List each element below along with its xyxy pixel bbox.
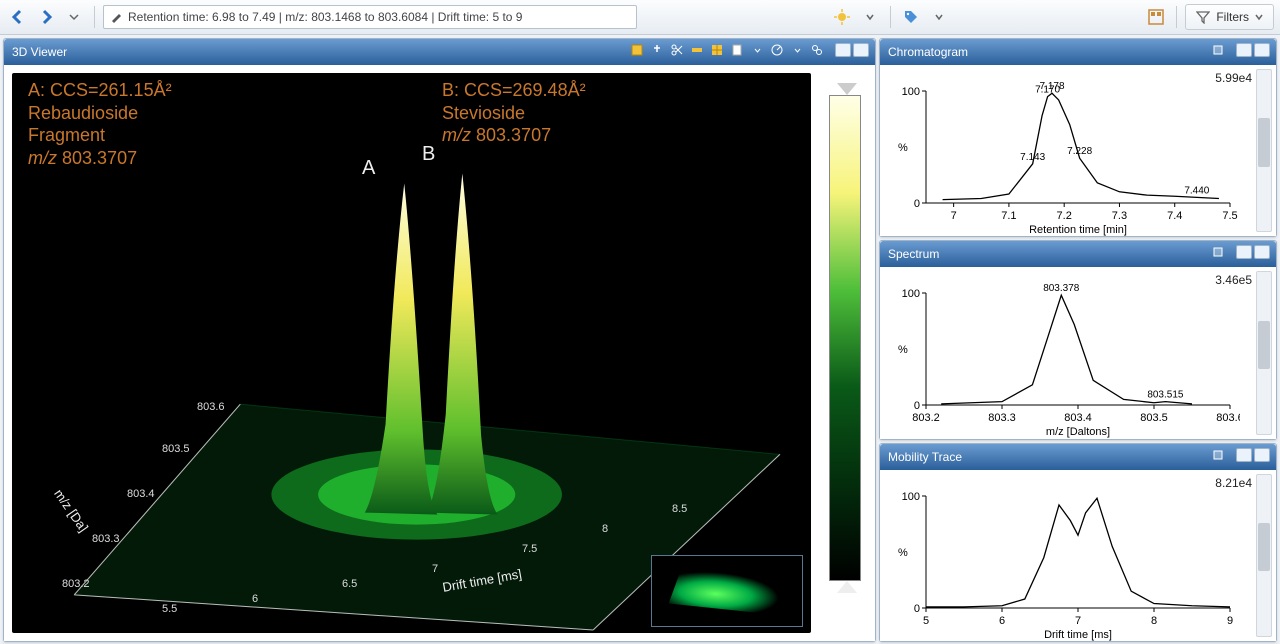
grid-icon[interactable] [709, 42, 725, 58]
annotation-b: B: CCS=269.48Å² Stevioside m/z 803.3707 [442, 79, 586, 147]
mobility-header[interactable]: Mobility Trace [880, 444, 1276, 470]
svg-text:7.1: 7.1 [1001, 210, 1016, 222]
mobility-window-controls[interactable] [1236, 448, 1270, 462]
svg-text:0: 0 [914, 400, 920, 412]
svg-text:%: % [898, 547, 908, 559]
colorbar[interactable] [829, 95, 861, 581]
filter-expression-field[interactable]: Retention time: 6.98 to 7.49 | m/z: 803.… [103, 5, 637, 29]
svg-text:Drift time [ms]: Drift time [ms] [1044, 629, 1112, 641]
spectrum-scrollbar[interactable] [1256, 271, 1272, 434]
export-icon[interactable] [1210, 42, 1226, 58]
filters-button[interactable]: Filters [1185, 4, 1274, 30]
svg-text:%: % [898, 142, 908, 154]
link-icon[interactable] [809, 42, 825, 58]
toolbar-separator [94, 6, 95, 28]
viewer-header-tools [629, 42, 869, 58]
peak-label-a: A [362, 157, 375, 180]
chromatogram-scrollbar[interactable] [1256, 69, 1272, 232]
mobility-panel: Mobility Trace 8.21e4 0100%56789Drift ti… [879, 443, 1277, 642]
mobility-scrollbar[interactable] [1256, 474, 1272, 637]
viewer-title: 3D Viewer [12, 45, 67, 59]
svg-text:9: 9 [1227, 615, 1233, 627]
pin-icon[interactable] [649, 42, 665, 58]
peak-label-b: B [422, 143, 435, 166]
svg-text:803.515: 803.515 [1147, 390, 1184, 401]
chromatogram-header[interactable]: Chromatogram [880, 39, 1276, 65]
svg-text:5: 5 [923, 615, 929, 627]
nav-back-button[interactable] [6, 5, 30, 29]
svg-text:100: 100 [902, 491, 920, 503]
export-icon[interactable] [1210, 447, 1226, 463]
svg-text:6: 6 [999, 615, 1005, 627]
svg-text:7: 7 [951, 210, 957, 222]
viewer-panel: 3D Viewer [3, 38, 876, 642]
svg-text:803.2: 803.2 [912, 412, 940, 424]
main-toolbar: Retention time: 6.98 to 7.49 | m/z: 803.… [0, 0, 1280, 35]
nav-forward-button[interactable] [34, 5, 58, 29]
svg-text:Retention time [min]: Retention time [min] [1029, 224, 1127, 236]
svg-text:7.4: 7.4 [1167, 210, 1182, 222]
svg-text:7.3: 7.3 [1112, 210, 1127, 222]
viewer-body[interactable]: A B Drift time [ms] 5.5 6 6.5 7 7.5 8 8.… [4, 65, 875, 641]
layout-icon[interactable] [1144, 5, 1168, 29]
spectrum-header[interactable]: Spectrum [880, 241, 1276, 267]
svg-text:7.178: 7.178 [1040, 81, 1065, 92]
svg-text:m/z [Daltons]: m/z [Daltons] [1046, 426, 1110, 438]
filters-label: Filters [1216, 10, 1249, 24]
export-icon[interactable] [1210, 244, 1226, 260]
colorbar-top-handle[interactable] [837, 83, 857, 95]
page-icon[interactable] [729, 42, 745, 58]
chromatogram-panel: Chromatogram 5.99e4 0100%77.17.27.37.47.… [879, 38, 1277, 237]
svg-text:7.143: 7.143 [1020, 152, 1045, 163]
spectrum-panel: Spectrum 3.46e5 0100%803.2803.3803.4803.… [879, 240, 1277, 439]
chromatogram-body[interactable]: 5.99e4 0100%77.17.27.37.47.5Retention ti… [880, 65, 1276, 236]
svg-text:7.5: 7.5 [1222, 210, 1237, 222]
svg-text:7.2: 7.2 [1057, 210, 1072, 222]
filter-expression-text: Retention time: 6.98 to 7.49 | m/z: 803.… [128, 10, 522, 24]
svg-text:100: 100 [902, 86, 920, 98]
cube-icon[interactable] [629, 42, 645, 58]
svg-text:803.378: 803.378 [1043, 284, 1080, 295]
svg-text:7.228: 7.228 [1067, 146, 1092, 157]
chromatogram-window-controls[interactable] [1236, 43, 1270, 57]
page-dropdown[interactable] [749, 42, 765, 58]
svg-text:803.3: 803.3 [988, 412, 1016, 424]
svg-text:7: 7 [1075, 615, 1081, 627]
spectrum-body[interactable]: 3.46e5 0100%803.2803.3803.4803.5803.6m/z… [880, 267, 1276, 438]
tag-icon[interactable] [899, 5, 923, 29]
spectrum-title: Spectrum [888, 247, 939, 261]
mobility-title: Mobility Trace [888, 450, 962, 464]
colorbar-bottom-handle[interactable] [837, 581, 857, 593]
chevron-down-icon [1255, 13, 1263, 21]
ruler-icon[interactable] [689, 42, 705, 58]
svg-text:8: 8 [1151, 615, 1157, 627]
svg-text:7.440: 7.440 [1184, 185, 1209, 196]
tag-dropdown[interactable] [927, 5, 951, 29]
viewer-window-controls[interactable] [835, 43, 869, 57]
mini-preview[interactable] [651, 555, 803, 627]
svg-text:803.4: 803.4 [1064, 412, 1092, 424]
svg-text:803.5: 803.5 [1140, 412, 1168, 424]
viewer-header[interactable]: 3D Viewer [4, 39, 875, 65]
scissors-icon[interactable] [669, 42, 685, 58]
workspace: 3D Viewer [0, 35, 1280, 644]
chromatogram-title: Chromatogram [888, 45, 968, 59]
sun-icon[interactable] [830, 5, 854, 29]
mobility-body[interactable]: 8.21e4 0100%56789Drift time [ms] [880, 470, 1276, 641]
annotation-a: A: CCS=261.15Å² Rebaudioside Fragment m/… [28, 79, 172, 169]
nav-dropdown-button[interactable] [62, 5, 86, 29]
gauge-dropdown[interactable] [789, 42, 805, 58]
svg-text:803.6: 803.6 [1216, 412, 1240, 424]
svg-text:0: 0 [914, 198, 920, 210]
svg-text:0: 0 [914, 603, 920, 615]
svg-text:100: 100 [902, 288, 920, 300]
funnel-icon [1196, 10, 1210, 24]
spectrum-window-controls[interactable] [1236, 245, 1270, 259]
gauge-icon[interactable] [769, 42, 785, 58]
sun-dropdown[interactable] [858, 5, 882, 29]
svg-text:%: % [898, 344, 908, 356]
pencil-icon [110, 11, 122, 23]
